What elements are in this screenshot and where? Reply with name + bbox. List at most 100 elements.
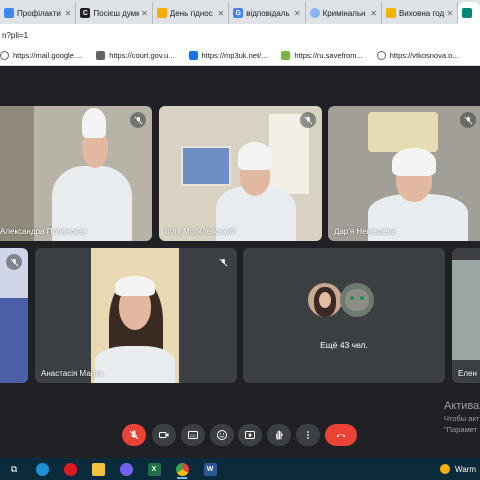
windows-taskbar: ⧉ X W Warm [0,458,480,480]
end-call-button[interactable] [325,424,357,446]
doc-icon [4,8,14,18]
camera-toggle-button[interactable] [152,424,176,446]
word-button[interactable]: W [196,458,224,480]
tab-3[interactable]: День гіднос ✕ [153,2,230,24]
meet-icon [462,8,473,18]
word-icon: W [203,462,217,476]
close-icon[interactable]: ✕ [447,9,454,18]
viber-icon [119,462,133,476]
tab-5[interactable]: Кримінальн ✕ [306,2,382,24]
close-icon[interactable]: ✕ [294,9,301,18]
close-icon[interactable]: ✕ [217,9,224,18]
mic-off-icon [6,254,22,270]
bookmark-3[interactable]: https://mp3uk.net/... [188,51,268,60]
tab-4[interactable]: Gвідповідаль ✕ [229,2,306,24]
background-wall [0,106,34,241]
tab-2[interactable]: C Посієш думк ✕ [76,2,153,24]
tab-title: Посієш думк [93,8,140,18]
weather-widget[interactable]: Warm [440,458,476,480]
captions-button[interactable]: CC [181,424,205,446]
tab-title: Кримінальн [322,8,366,18]
participant-tile[interactable] [0,248,28,383]
participant-name: Ілля Могилевський [165,227,236,236]
tab-title: Виховна год [398,8,445,18]
present-icon [245,431,255,439]
bookmark-icon [156,8,167,18]
task-view-icon: ⧉ [10,463,18,474]
more-participants-tile[interactable]: Ещё 43 чел. [243,248,445,383]
bookmarks-bar: https://mail.google.... https://court.go… [0,46,480,66]
participant-tile[interactable]: Ілля Могилевський [159,106,322,241]
bookmark-label: https://ru.savefrom... [294,51,363,60]
edge-icon [35,462,49,476]
close-icon[interactable]: ✕ [65,9,72,18]
bookmark-label: https://mp3uk.net/... [201,51,268,60]
mic-off-icon [215,254,231,270]
participant-tile[interactable]: Анастасія Манта [35,248,237,383]
participant-name: Анастасія Манта [41,369,104,378]
reactions-button[interactable] [210,424,234,446]
more-participants-label: Ещё 43 чел. [320,340,368,350]
viber-button[interactable] [112,458,140,480]
tab-title: Профілакти [17,8,61,18]
tab-6[interactable]: Виховна год ✕ [382,2,459,24]
bookmark-label: https://court.gov.u... [109,51,175,60]
bookmark-label: https://mail.google.... [13,51,83,60]
bookmark-1[interactable]: https://mail.google.... [0,51,82,60]
participant-video [91,248,179,383]
activation-title: Актива [444,400,480,412]
chrome-button[interactable] [168,458,196,480]
file-explorer-button[interactable] [84,458,112,480]
bell-icon [385,8,396,18]
tab-title: відповідаль [246,8,290,18]
svg-text:CC: CC [190,433,196,438]
more-options-button[interactable] [296,424,320,446]
hand-icon [276,430,283,440]
site-icon: C [80,8,91,18]
participant-tile[interactable]: Елен [452,248,480,383]
close-icon[interactable]: ✕ [370,9,377,18]
explorer-icon [91,462,105,476]
participant-avatar [340,283,374,317]
end-call-icon [336,434,346,438]
participant-video [452,260,480,360]
close-icon[interactable]: ✕ [141,9,148,18]
loading-icon [309,8,320,18]
participant-name: Дар'я Немешева [334,227,397,236]
excel-icon: X [147,462,161,476]
globe-icon [0,51,9,60]
mic-off-icon [129,430,139,440]
bookmark-5[interactable]: https://vtkosnova.o... [376,51,459,60]
call-controls: CC [0,424,480,450]
opera-icon [63,462,77,476]
mic-toggle-button[interactable] [122,424,146,446]
bookmark-4[interactable]: https://ru.savefrom... [281,51,363,60]
excel-button[interactable]: X [140,458,168,480]
captions-icon: CC [188,431,198,439]
tab-1[interactable]: Профілакти ✕ [0,2,77,24]
present-button[interactable] [238,424,262,446]
participant-tile[interactable]: Александра Полянская [0,106,152,241]
participant-name: Александра Полянская [0,227,87,236]
mic-off-icon [460,112,476,128]
participant-tile[interactable]: Дар'я Немешева [328,106,480,241]
address-bar[interactable]: n?pli=1 [0,24,480,46]
activation-line: Чтобы акт [444,414,480,423]
tab-strip: Профілакти ✕ C Посієш думк ✕ День гіднос ✕ G… [0,0,480,24]
tab-meet-active[interactable] [458,2,480,24]
music-icon [188,51,198,60]
raise-hand-button[interactable] [267,424,291,446]
more-icon [307,431,309,439]
sun-icon [440,464,450,474]
edge-button[interactable] [28,458,56,480]
participant-name: Елен [458,369,477,378]
bookmark-2[interactable]: https://court.gov.u... [96,51,175,60]
tab-title: День гіднос [169,8,213,18]
bookmark-label: https://vtkosnova.o... [389,51,459,60]
google-icon: G [233,8,244,18]
task-view-button[interactable]: ⧉ [0,458,28,480]
camera-icon [159,432,169,438]
opera-button[interactable] [56,458,84,480]
participant-video [204,106,304,241]
participant-video [358,106,468,241]
